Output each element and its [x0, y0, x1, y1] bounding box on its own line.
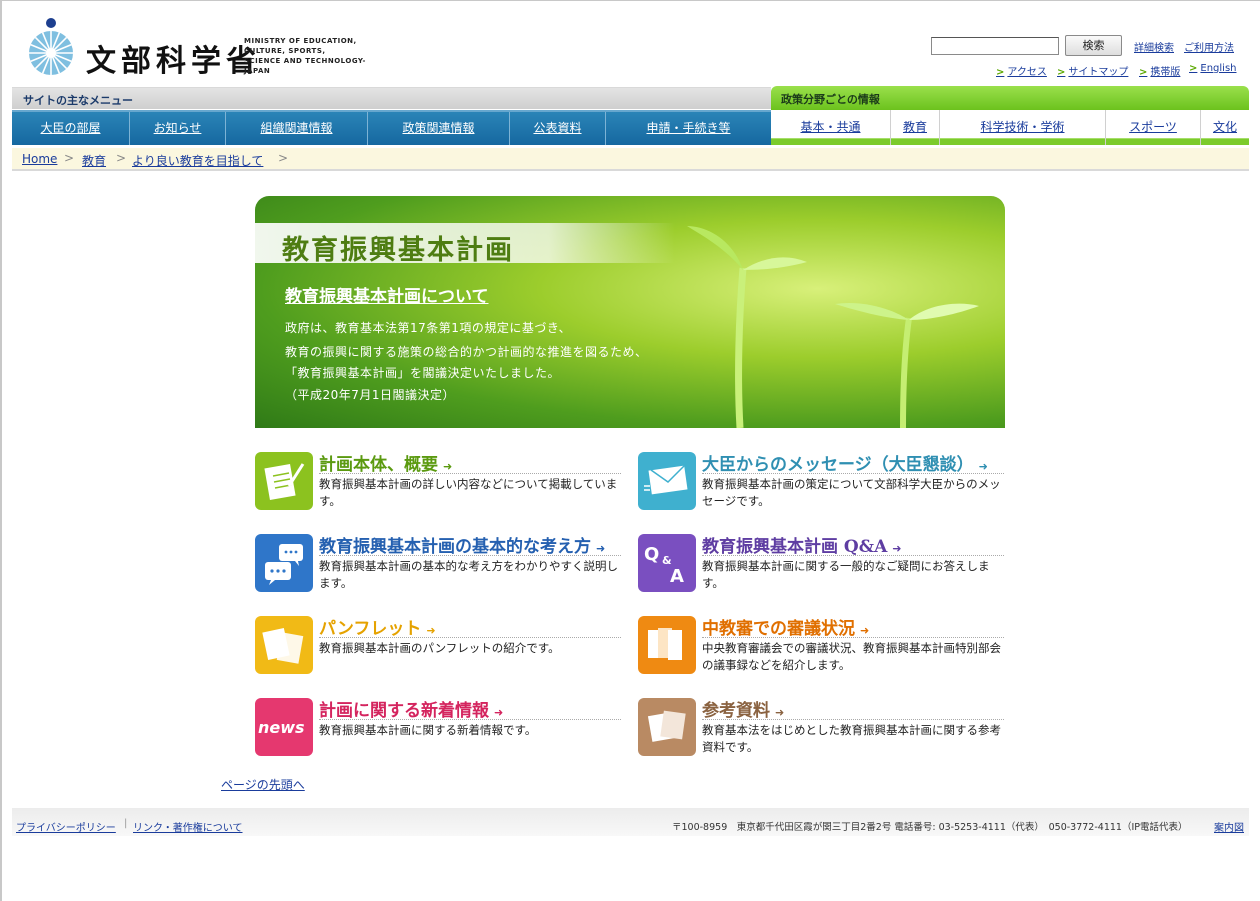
card-basic-concept[interactable]: 教育振興基本計画の基本的な考え方 ➜ 教育振興基本計画の基本的な考え方をわかりやす… [255, 532, 621, 596]
page-top-link[interactable]: ページの先頭へ [221, 776, 305, 793]
papers-icon [638, 698, 696, 756]
main-menu: 大臣の部屋 お知らせ 組織関連情報 政策関連情報 公表資料 申請・手続き等 [12, 110, 771, 145]
card-qa[interactable]: Q & A 教育振興基本計画 Q&A ➜ 教育振興基本計画に関する一般的なご疑問に… [638, 532, 1004, 596]
link-copyright-link[interactable]: リンク・著作権について [133, 819, 243, 834]
mobile-link[interactable]: > 携帯版 [1139, 63, 1180, 78]
card-minister-message[interactable]: 大臣からのメッセージ（大臣懇談） ➜ 教育振興基本計画の策定について文部科学大臣か… [638, 450, 1004, 514]
arrow-right-icon: ➜ [443, 460, 453, 473]
nav-news[interactable]: お知らせ [130, 112, 226, 145]
arrow-right-icon: ➜ [860, 624, 870, 637]
breadcrumb-better-education[interactable]: より良い教育を目指して [132, 152, 263, 169]
qa-icon: Q & A [638, 534, 696, 592]
card-description: 教育振興基本計画のパンフレットの紹介です。 [319, 641, 560, 655]
breadcrumb-separator-icon: > [64, 151, 75, 165]
hero-text-line: 政府は、教育基本法第17条第1項の規定に基づき、 [285, 321, 572, 335]
footer-divider: | [124, 818, 128, 829]
arrow-right-icon: ➜ [426, 624, 436, 637]
nav-education[interactable]: 教育 [891, 110, 940, 145]
arrow-right-icon: > [1057, 67, 1066, 78]
breadcrumb: Home > 教育 > より良い教育を目指して > [12, 148, 1249, 171]
card-description: 中央教育審議会での審議状況、教育振興基本計画特別部会の議事録などを紹介します。 [702, 641, 1001, 672]
nav-sports[interactable]: スポーツ [1106, 110, 1201, 145]
pamphlet-icon [255, 616, 313, 674]
search-input[interactable] [931, 37, 1059, 55]
speech-bubbles-icon [255, 534, 313, 592]
ministry-emblem-icon [29, 18, 73, 75]
card-council-status[interactable]: 中教審での審議状況 ➜ 中央教育審議会での審議状況、教育振興基本計画特別部会の議事… [638, 614, 1004, 678]
document-pen-icon [255, 452, 313, 510]
nav-basic[interactable]: 基本・共通 [771, 110, 891, 145]
nav-science[interactable]: 科学技術・学術 [940, 110, 1106, 145]
arrow-right-icon: > [1189, 63, 1198, 74]
card-title[interactable]: 教育振興基本計画の基本的な考え方 [319, 537, 591, 557]
svg-text:news: news [258, 718, 305, 737]
arrow-right-icon: ➜ [775, 706, 785, 719]
nav-culture[interactable]: 文化 [1201, 110, 1249, 145]
svg-text:A: A [670, 566, 684, 587]
hero-text-line: （平成20年7月1日閣議決定） [285, 388, 456, 402]
access-link[interactable]: > アクセス [996, 63, 1047, 78]
logo-english: MINISTRY OF EDUCATION, CULTURE, SPORTS, … [244, 37, 366, 75]
policy-menu-label: 政策分野ごとの情報 [771, 86, 1249, 110]
envelope-icon [638, 452, 696, 510]
arrow-right-icon: ➜ [978, 460, 988, 473]
breadcrumb-separator-icon: > [116, 151, 127, 165]
card-description: 教育基本法をはじめとした教育振興基本計画に関する参考資料です。 [702, 723, 1001, 754]
hero-banner: 教育振興基本計画 教育振興基本計画について 政府は、教育基本法第17条第1項の規… [255, 196, 1005, 428]
arrow-right-icon: ➜ [892, 542, 902, 555]
card-title[interactable]: 大臣からのメッセージ（大臣懇談） [702, 455, 974, 475]
advanced-search-link[interactable]: 詳細検索 [1134, 39, 1174, 54]
footer-address: 〒100-8959 東京都千代田区霞が関三丁目2番2号 電話番号: 03-525… [672, 822, 1188, 833]
arrow-right-icon: > [1139, 67, 1148, 78]
breadcrumb-separator-icon: > [278, 151, 289, 165]
arrow-right-icon: ➜ [596, 542, 606, 555]
card-pamphlet[interactable]: パンフレット ➜ 教育振興基本計画のパンフレットの紹介です。 [255, 614, 621, 678]
main-menu-label: サイトの主なメニュー [12, 87, 771, 109]
card-title[interactable]: 教育振興基本計画 Q&A [702, 537, 887, 557]
nav-publications[interactable]: 公表資料 [510, 112, 606, 145]
arrow-right-icon: > [996, 67, 1005, 78]
hero-subtitle-link[interactable]: 教育振興基本計画について [285, 282, 489, 307]
card-description: 教育振興基本計画に関する新着情報です。 [319, 723, 537, 737]
card-title[interactable]: 参考資料 [702, 701, 770, 721]
map-link[interactable]: 案内図 [1214, 819, 1244, 834]
card-description: 教育振興基本計画の詳しい内容などについて掲載しています。 [319, 477, 618, 508]
nav-policy[interactable]: 政策関連情報 [368, 112, 510, 145]
card-description: 教育振興基本計画の基本的な考え方をわかりやすく説明します。 [319, 559, 618, 590]
arrow-right-icon: ➜ [494, 706, 504, 719]
card-plan-overview[interactable]: 計画本体、概要 ➜ 教育振興基本計画の詳しい内容などについて掲載しています。 [255, 450, 621, 514]
hero-text-line: 教育の振興に関する施策の総合的かつ計画的な推進を図るため、 [285, 345, 648, 359]
hero-title: 教育振興基本計画 [282, 235, 514, 266]
site-logo[interactable]: 文部科学省 MINISTRY OF EDUCATION, CULTURE, SP… [24, 14, 384, 80]
card-title[interactable]: 計画に関する新着情報 [319, 701, 489, 721]
card-title[interactable]: パンフレット [319, 619, 421, 639]
nav-minister-room[interactable]: 大臣の部屋 [12, 112, 130, 145]
card-title[interactable]: 中教審での審議状況 [702, 619, 855, 639]
search-button[interactable]: 検索 [1065, 35, 1122, 56]
nav-organization[interactable]: 組織関連情報 [226, 112, 368, 145]
news-icon: news [255, 698, 313, 756]
card-description: 教育振興基本計画に関する一般的なご疑問にお答えします。 [702, 559, 990, 590]
hero-text-line: 「教育振興基本計画」を閣議決定いたしました。 [285, 366, 561, 380]
nav-applications[interactable]: 申請・手続き等 [606, 112, 771, 145]
svg-text:Q: Q [644, 544, 659, 565]
privacy-policy-link[interactable]: プライバシーポリシー [16, 819, 116, 834]
policy-menu: 基本・共通 教育 科学技術・学術 スポーツ 文化 [771, 110, 1249, 145]
breadcrumb-home[interactable]: Home [22, 152, 57, 166]
files-icon [638, 616, 696, 674]
english-link[interactable]: > English [1189, 63, 1237, 74]
logo-text: 文部科学省 [86, 44, 261, 79]
usage-guide-link[interactable]: ご利用方法 [1184, 39, 1234, 54]
sitemap-link[interactable]: > サイトマップ [1057, 63, 1128, 78]
card-new-info[interactable]: news 計画に関する新着情報 ➜ 教育振興基本計画に関する新着情報です。 [255, 696, 621, 760]
breadcrumb-education[interactable]: 教育 [82, 152, 106, 169]
card-title[interactable]: 計画本体、概要 [319, 455, 438, 475]
card-description: 教育振興基本計画の策定について文部科学大臣からのメッセージです。 [702, 477, 1001, 508]
footer: プライバシーポリシー | リンク・著作権について 〒100-8959 東京都千代… [12, 808, 1249, 836]
card-references[interactable]: 参考資料 ➜ 教育基本法をはじめとした教育振興基本計画に関する参考資料です。 [638, 696, 1004, 760]
